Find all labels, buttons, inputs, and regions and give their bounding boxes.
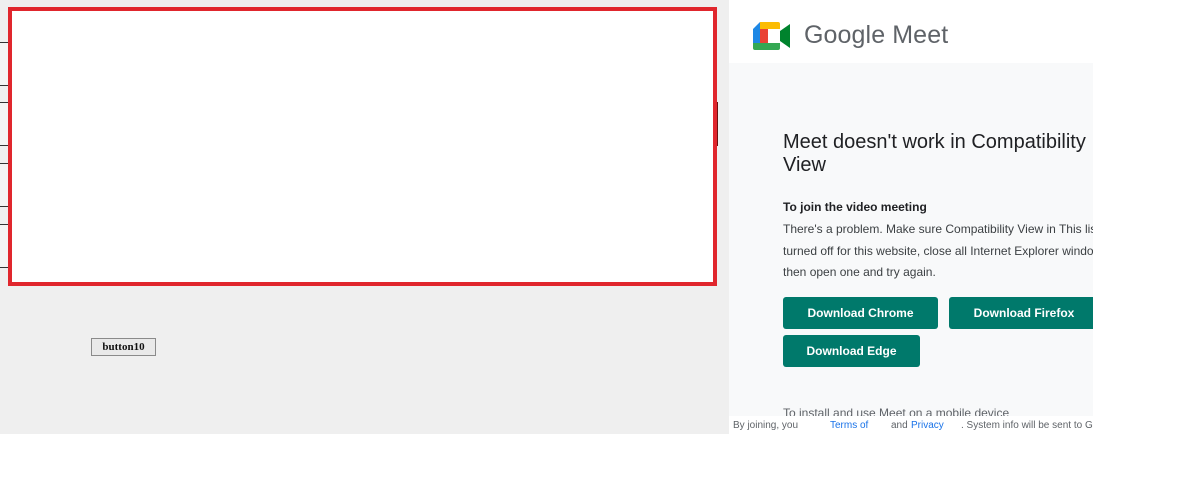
google-meet-panel: Google Meet Meet doesn't work in Compati… bbox=[729, 6, 1093, 434]
footer-text-and: and bbox=[891, 420, 908, 431]
embedded-browser-frame[interactable] bbox=[8, 7, 717, 286]
download-firefox-button[interactable]: Download Firefox bbox=[949, 297, 1093, 329]
google-meet-camera-icon bbox=[753, 22, 791, 55]
download-edge-button[interactable]: Download Edge bbox=[783, 335, 920, 367]
download-chrome-button[interactable]: Download Chrome bbox=[783, 297, 938, 329]
privacy-link[interactable]: Privacy bbox=[911, 420, 944, 431]
problem-description: There's a problem. Make sure Compatibili… bbox=[783, 222, 1093, 279]
footer-text-joining: By joining, you bbox=[733, 420, 799, 431]
host-application-pane: button10 bbox=[0, 0, 729, 434]
screen: button10 Google Meet Meet doesn't work i… bbox=[0, 0, 1199, 499]
meet-footer: By joining, you Terms of and Privacy . S… bbox=[729, 416, 1093, 434]
button10[interactable]: button10 bbox=[91, 338, 156, 356]
terms-link[interactable]: Terms of bbox=[830, 420, 868, 431]
footer-text-system-info: . System info will be sent to Google bbox=[961, 420, 1093, 431]
meet-brand-name: Google Meet bbox=[804, 21, 949, 49]
meet-header: Google Meet bbox=[729, 6, 1093, 63]
meet-content: Meet doesn't work in Compatibility View … bbox=[729, 63, 1093, 416]
page-title: Meet doesn't work in Compatibility View bbox=[783, 131, 1086, 176]
section-subhead: To join the video meeting bbox=[783, 200, 927, 214]
mobile-install-text: To install and use Meet on a mobile devi… bbox=[783, 406, 1010, 416]
